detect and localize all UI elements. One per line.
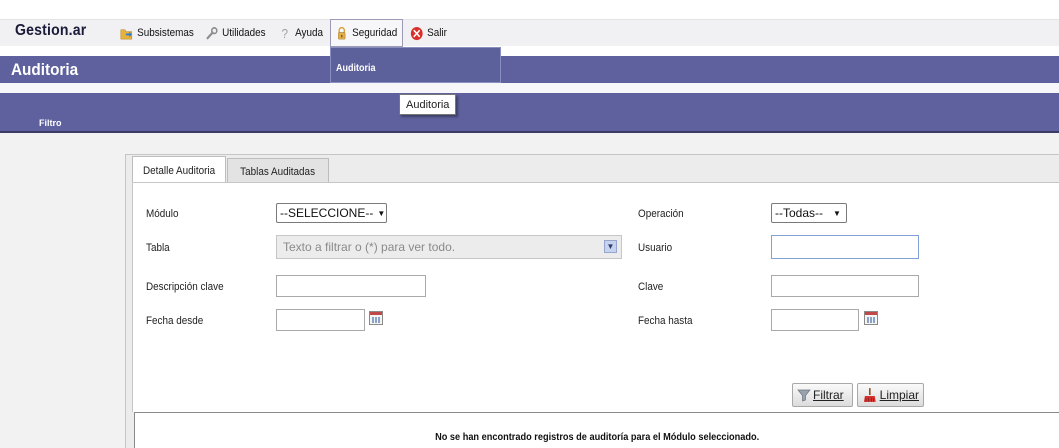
- tab-detalle-auditoria[interactable]: Detalle Auditoria: [132, 156, 226, 184]
- menu-subsistemas-label: Subsistemas: [137, 27, 194, 39]
- chevron-down-icon[interactable]: ▼: [604, 240, 617, 253]
- filtrar-button[interactable]: Filtrar: [792, 383, 853, 407]
- brand-logo: Gestion.ar: [15, 22, 87, 39]
- folder-arrow-icon: [120, 28, 133, 39]
- filter-label: Filtro: [39, 118, 62, 128]
- results-empty-message: No se han encontrado registros de audito…: [435, 432, 760, 443]
- menu-ayuda-label: Ayuda: [295, 27, 323, 39]
- filter-bar: Filtro: [0, 93, 1059, 131]
- menu-salir[interactable]: Salir: [410, 23, 447, 43]
- tooltip-auditoria: Auditoria: [399, 94, 457, 115]
- operacion-select[interactable]: --Todas-- ▼: [771, 203, 847, 223]
- menu-salir-label: Salir: [427, 27, 447, 39]
- usuario-input[interactable]: [771, 235, 919, 259]
- dropdown-item-auditoria[interactable]: Auditoria: [336, 63, 376, 74]
- menu-subsistemas[interactable]: Subsistemas: [120, 23, 194, 43]
- clave-input[interactable]: [771, 275, 919, 297]
- modulo-select[interactable]: --SELECCIONE-- ▼: [276, 203, 387, 223]
- tabla-combo[interactable]: Texto a filtrar o (*) para ver todo. ▼: [276, 235, 622, 259]
- tabla-label: Tabla: [146, 242, 170, 254]
- form-area: [132, 182, 1059, 412]
- calendar-icon[interactable]: [369, 311, 383, 325]
- fecha-desde-label: Fecha desde: [146, 315, 204, 327]
- menu-ayuda[interactable]: ? Ayuda: [278, 23, 323, 43]
- filtrar-label: Filtrar: [813, 388, 844, 402]
- chevron-down-icon: ▼: [377, 208, 386, 218]
- menu-seguridad[interactable]: Seguridad: [335, 23, 397, 43]
- header-separator: [0, 83, 1059, 93]
- page-title: Auditoria: [11, 60, 79, 79]
- descripcion-clave-input[interactable]: [276, 275, 426, 297]
- wrench-icon: [206, 26, 218, 39]
- modulo-label: Módulo: [146, 208, 179, 220]
- modulo-select-value: --SELECCIONE--: [280, 206, 374, 220]
- funnel-icon: [797, 389, 811, 402]
- calendar-icon[interactable]: [864, 311, 878, 325]
- broom-icon: [863, 388, 876, 402]
- descripcion-clave-label: Descripción clave: [146, 281, 224, 293]
- page-header: Auditoria: [0, 56, 1059, 83]
- menu-utilidades-label: Utilidades: [222, 27, 266, 39]
- tab-detalle-auditoria-label: Detalle Auditoria: [142, 164, 216, 177]
- limpiar-button[interactable]: Limpiar: [857, 383, 924, 407]
- lock-icon: [338, 26, 346, 39]
- clave-label: Clave: [638, 281, 664, 293]
- tab-tablas-auditadas[interactable]: Tablas Auditadas: [227, 158, 329, 185]
- fecha-hasta-input[interactable]: [771, 309, 859, 331]
- results-grid: No se han encontrado registros de audito…: [134, 412, 1059, 448]
- chevron-down-icon: ▼: [833, 208, 841, 218]
- fecha-desde-input[interactable]: [276, 309, 365, 331]
- tabla-combo-placeholder: Texto a filtrar o (*) para ver todo.: [283, 240, 456, 254]
- limpiar-label: Limpiar: [879, 388, 919, 402]
- fecha-hasta-label: Fecha hasta: [638, 315, 693, 327]
- tooltip-text: Auditoria: [406, 98, 450, 111]
- operacion-label: Operación: [638, 208, 684, 220]
- menu-seguridad-label: Seguridad: [352, 27, 398, 39]
- exit-icon: [410, 26, 423, 40]
- operacion-select-value: --Todas--: [775, 206, 824, 220]
- tab-tablas-auditadas-label: Tablas Auditadas: [240, 166, 316, 178]
- menu-utilidades[interactable]: Utilidades: [205, 23, 266, 43]
- help-icon: ?: [281, 25, 288, 41]
- usuario-label: Usuario: [638, 242, 673, 254]
